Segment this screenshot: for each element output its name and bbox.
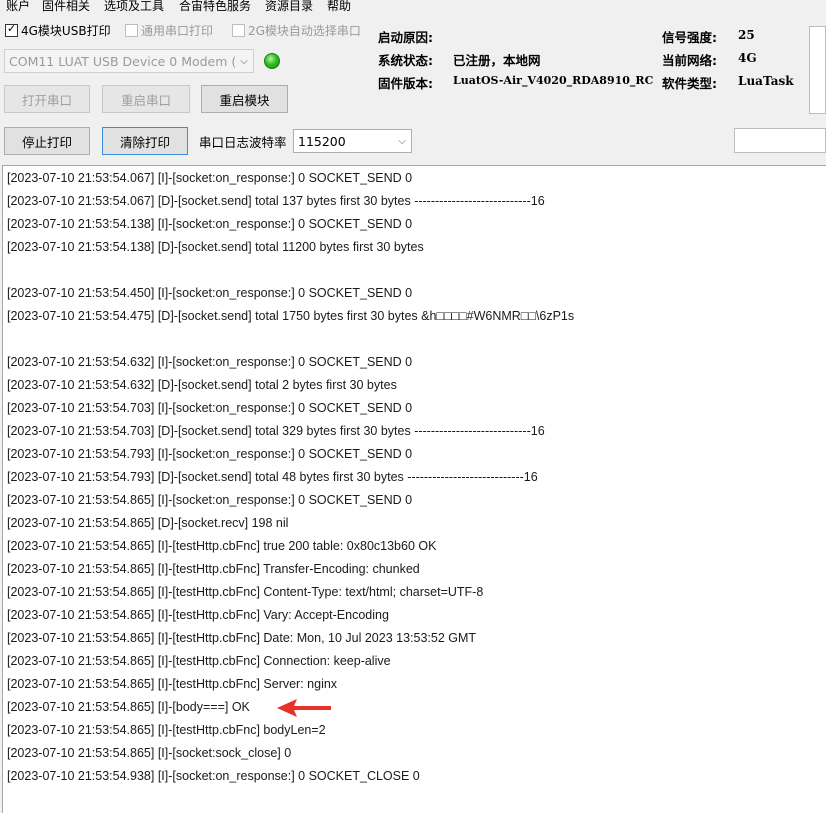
stop-print-button[interactable]: 停止打印 (4, 127, 90, 155)
log-line: [2023-07-10 21:53:54.067] [D]-[socket.se… (7, 194, 545, 208)
side-panel (809, 26, 826, 114)
menu-options-tools[interactable]: 选项及工具 (104, 0, 164, 14)
baud-label: 串口日志波特率 (199, 135, 287, 150)
menu-bar: 账户 固件相关 选项及工具 合宙特色服务 资源目录 帮助 (0, 0, 826, 14)
log-line: [2023-07-10 21:53:54.138] [D]-[socket.se… (7, 240, 424, 254)
log-line: [2023-07-10 21:53:54.793] [D]-[socket.se… (7, 470, 538, 484)
restart-port-button[interactable]: 重启串口 (102, 85, 190, 113)
log-line: [2023-07-10 21:53:54.632] [D]-[socket.se… (7, 378, 397, 392)
checkbox-box (125, 24, 138, 37)
log-line: [2023-07-10 21:53:54.450] [I]-[socket:on… (7, 286, 413, 300)
print-options: ✓ 4G模块USB打印 通用串口打印 2G模块自动选择串口 (0, 22, 370, 40)
log-line: [2023-07-10 21:53:54.475] [D]-[socket.se… (7, 309, 575, 323)
arrow-icon (277, 699, 331, 717)
log-line: [2023-07-10 21:53:54.067] [I]-[socket:on… (7, 171, 413, 185)
system-status-value: 已注册，本地网 (453, 53, 541, 68)
chevron-down-icon: ⌵ (240, 55, 248, 67)
auto-select-checkbox[interactable]: 2G模块自动选择串口 (232, 22, 361, 39)
search-input[interactable] (734, 128, 826, 153)
chevron-down-icon: ⌵ (398, 135, 406, 147)
network-label: 当前网络: (662, 53, 717, 68)
log-line: [2023-07-10 21:53:54.865] [I]-[testHttp.… (7, 631, 477, 645)
menu-firmware[interactable]: 固件相关 (42, 0, 90, 14)
signal-value: 25 (738, 28, 755, 42)
log-line: [2023-07-10 21:53:54.865] [I]-[body===] … (7, 700, 250, 714)
log-line: [2023-07-10 21:53:54.865] [I]-[testHttp.… (7, 539, 437, 553)
network-value: 4G (738, 51, 757, 65)
firmware-label: 固件版本: (378, 76, 433, 91)
log-output[interactable]: [2023-07-10 21:53:54.067] [I]-[socket:on… (2, 165, 826, 813)
log-line: [2023-07-10 21:53:54.865] [I]-[socket:on… (7, 493, 413, 507)
auto-select-label: 2G模块自动选择串口 (248, 24, 361, 38)
boot-reason-label: 启动原因: (378, 30, 433, 45)
menu-resources[interactable]: 资源目录 (265, 0, 313, 14)
checkbox-box (232, 24, 245, 37)
baud-select-value: 115200 (298, 133, 346, 149)
log-line: [2023-07-10 21:53:54.865] [I]-[socket:so… (7, 746, 292, 760)
baud-select[interactable]: 115200 ⌵ (293, 129, 412, 153)
checkbox-box: ✓ (5, 22, 18, 37)
serial-print-checkbox[interactable]: 通用串口打印 (125, 22, 213, 39)
clear-print-button[interactable]: 清除打印 (102, 127, 188, 155)
log-line: [2023-07-10 21:53:54.703] [D]-[socket.se… (7, 424, 545, 438)
restart-module-button[interactable]: 重启模块 (201, 85, 288, 113)
menu-account[interactable]: 账户 (6, 0, 30, 14)
log-line: [2023-07-10 21:53:54.138] [I]-[socket:on… (7, 217, 413, 231)
log-line: [2023-07-10 21:53:54.865] [I]-[testHttp.… (7, 608, 389, 622)
log-line: [2023-07-10 21:53:54.865] [D]-[socket.re… (7, 516, 289, 530)
red-arrow-annotation (277, 699, 331, 717)
log-line: [2023-07-10 21:53:54.865] [I]-[testHttp.… (7, 723, 326, 737)
software-type-value: LuaTask (738, 74, 794, 88)
menu-special-services[interactable]: 合宙特色服务 (179, 0, 251, 14)
open-port-button[interactable]: 打开串口 (4, 85, 90, 113)
signal-label: 信号强度: (662, 30, 717, 45)
log-line: [2023-07-10 21:53:54.865] [I]-[testHttp.… (7, 677, 338, 691)
log-line: [2023-07-10 21:53:54.703] [I]-[socket:on… (7, 401, 413, 415)
software-type-label: 软件类型: (662, 76, 717, 91)
log-line: [2023-07-10 21:53:54.632] [I]-[socket:on… (7, 355, 413, 369)
log-line: [2023-07-10 21:53:54.865] [I]-[testHttp.… (7, 585, 484, 599)
port-select[interactable]: COM11 LUAT USB Device 0 Modem (C ⌵ (4, 49, 254, 73)
usb-print-label: 4G模块USB打印 (21, 24, 111, 38)
log-line: [2023-07-10 21:53:54.793] [I]-[socket:on… (7, 447, 413, 461)
firmware-value: LuatOS-Air_V4020_RDA8910_RCMD (453, 74, 653, 87)
check-icon: ✓ (7, 22, 17, 35)
port-select-value: COM11 LUAT USB Device 0 Modem (C (9, 53, 235, 69)
serial-print-label: 通用串口打印 (141, 24, 214, 38)
menu-help[interactable]: 帮助 (327, 0, 351, 14)
log-line: [2023-07-10 21:53:54.865] [I]-[testHttp.… (7, 654, 391, 668)
usb-print-checkbox[interactable]: ✓ 4G模块USB打印 (5, 22, 111, 39)
log-line: [2023-07-10 21:53:54.938] [I]-[socket:on… (7, 769, 420, 783)
system-status-label: 系统状态: (378, 53, 433, 68)
status-led-icon (264, 53, 280, 69)
log-line: [2023-07-10 21:53:54.865] [I]-[testHttp.… (7, 562, 420, 576)
